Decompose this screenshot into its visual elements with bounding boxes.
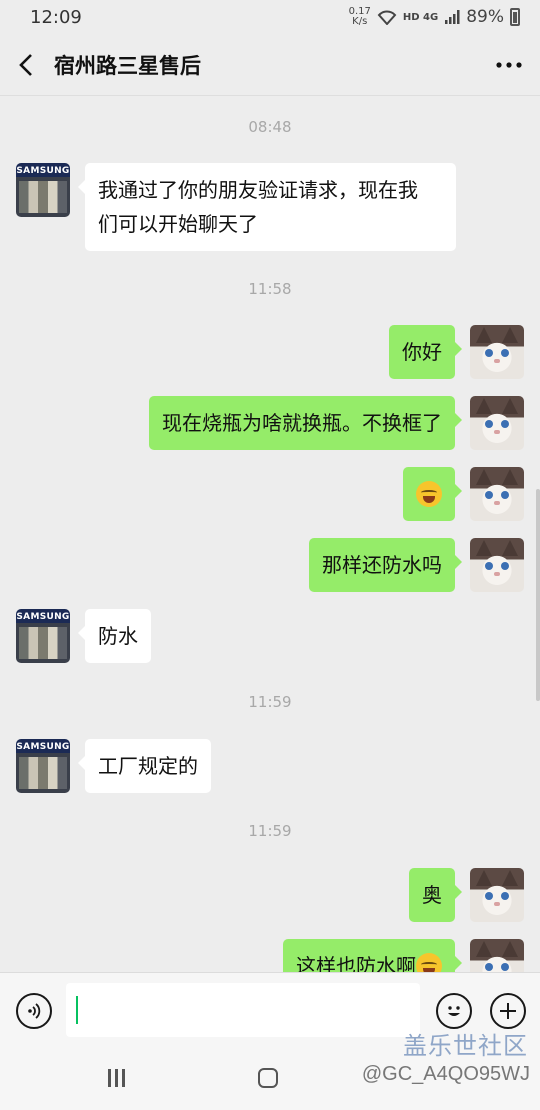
store-photo	[19, 757, 67, 789]
message-bubble-incoming[interactable]: 防水	[78, 609, 151, 663]
signal-icon	[445, 10, 460, 24]
my-avatar[interactable]	[470, 396, 524, 450]
message-text: 防水	[98, 624, 138, 648]
message-text: 奥	[422, 883, 442, 907]
emoji-button[interactable]	[436, 993, 472, 1029]
chat-title: 宿州路三星售后	[54, 53, 201, 78]
network-speed-unit: K/s	[352, 16, 368, 27]
contact-avatar[interactable]: SAMSUNG	[16, 163, 70, 217]
message-text: 们可以开始聊天了	[98, 212, 258, 236]
watermark-user: @GC_A4QO95WJ	[361, 1063, 530, 1085]
status-time: 12:09	[30, 6, 82, 28]
smiley-icon	[448, 1006, 460, 1016]
crying-laughing-face-icon	[416, 480, 442, 507]
timestamp: 11:58	[248, 280, 292, 298]
voice-button[interactable]	[16, 993, 52, 1029]
message-text: 这样也防水啊	[296, 954, 416, 972]
message-bubble-outgoing[interactable]: 你好	[389, 325, 462, 379]
message-text: 我通过了你的朋友验证请求，现在我	[98, 178, 418, 202]
timestamp: 11:59	[248, 822, 292, 840]
my-avatar[interactable]	[470, 467, 524, 521]
more-button[interactable]	[478, 34, 540, 96]
status-bar: 12:09 0.17 K/s HD 4G 89%	[0, 0, 540, 34]
chevron-left-icon	[19, 53, 32, 76]
message-text: 你好	[402, 340, 442, 364]
message-bubble-incoming[interactable]: 我通过了你的朋友验证请求，现在我 们可以开始聊天了	[78, 163, 456, 251]
message-text: 那样还防水吗	[322, 553, 442, 577]
my-avatar[interactable]	[470, 325, 524, 379]
more-functions-button[interactable]	[490, 993, 526, 1029]
chat-header: 宿州路三星售后	[0, 34, 540, 96]
message-text: 现在烧瓶为啥就换瓶。不换框了	[162, 411, 442, 435]
timestamp: 08:48	[248, 118, 292, 136]
watermark-site: 盖乐世社区	[403, 1032, 528, 1060]
my-avatar[interactable]	[470, 939, 524, 972]
chat-messages[interactable]: 08:48 SAMSUNG 我通过了你的朋友验证请求，现在我 们可以开始聊天了 …	[0, 96, 540, 972]
avatar-logo: SAMSUNG	[16, 166, 70, 176]
crying-laughing-face-icon	[416, 952, 442, 972]
battery-percent: 89%	[466, 7, 504, 27]
plus-icon	[500, 1003, 516, 1019]
message-input[interactable]	[66, 983, 420, 1037]
scrollbar[interactable]	[536, 489, 540, 701]
message-text: 工厂规定的	[98, 754, 198, 778]
message-bubble-incoming[interactable]: 工厂规定的	[78, 739, 211, 793]
my-avatar[interactable]	[470, 538, 524, 592]
back-button[interactable]	[0, 34, 54, 96]
message-bubble-outgoing[interactable]: 奥	[409, 868, 462, 922]
home-button[interactable]	[258, 1068, 278, 1088]
wifi-icon	[377, 10, 397, 25]
network-type: HD 4G	[402, 11, 439, 23]
my-avatar[interactable]	[470, 868, 524, 922]
voice-icon	[28, 1003, 41, 1019]
text-caret	[76, 996, 78, 1024]
recent-apps-button[interactable]	[108, 1069, 130, 1087]
network-speed: 0.17 K/s	[349, 7, 371, 27]
message-bubble-outgoing[interactable]: 这样也防水啊	[283, 939, 462, 972]
battery-icon	[510, 8, 520, 26]
message-bubble-outgoing[interactable]	[403, 467, 462, 521]
contact-avatar[interactable]: SAMSUNG	[16, 739, 70, 793]
avatar-logo: SAMSUNG	[16, 742, 70, 752]
avatar-logo: SAMSUNG	[16, 612, 70, 622]
more-dots-icon	[496, 61, 522, 68]
message-bubble-outgoing[interactable]: 现在烧瓶为啥就换瓶。不换框了	[149, 396, 462, 450]
status-icons: 0.17 K/s HD 4G 89%	[349, 7, 520, 27]
message-bubble-outgoing[interactable]: 那样还防水吗	[309, 538, 462, 592]
store-photo	[19, 181, 67, 213]
timestamp: 11:59	[248, 693, 292, 711]
store-photo	[19, 627, 67, 659]
contact-avatar[interactable]: SAMSUNG	[16, 609, 70, 663]
